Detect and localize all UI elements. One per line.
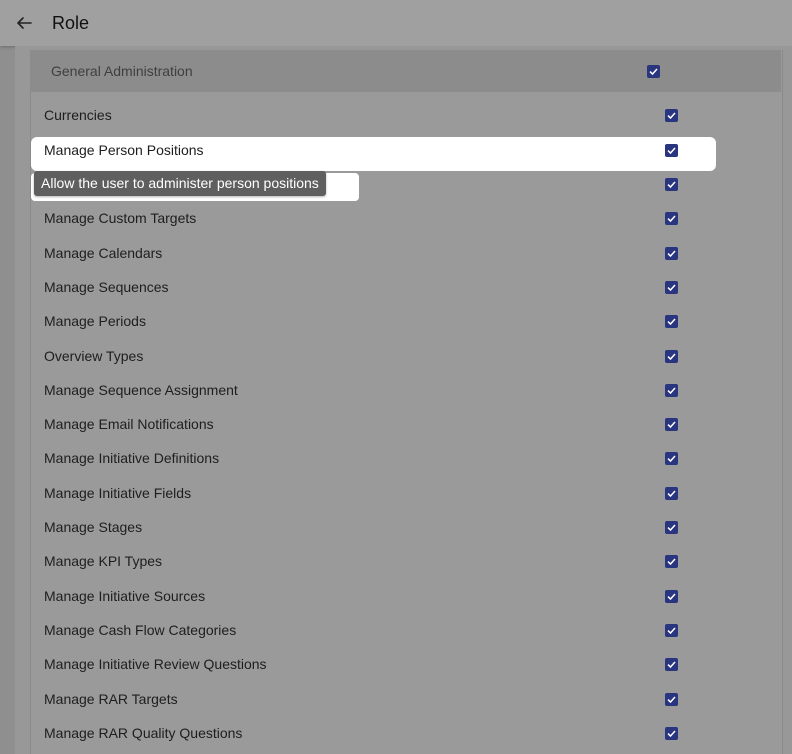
permission-checkbox[interactable] — [665, 727, 678, 740]
permission-checkbox[interactable] — [665, 693, 678, 706]
check-icon — [667, 318, 676, 326]
check-icon — [667, 215, 676, 223]
permission-checkbox[interactable] — [665, 384, 678, 397]
permission-row[interactable]: Currencies — [31, 98, 781, 132]
permission-row[interactable]: Manage Cash Flow Categories — [31, 613, 781, 647]
permission-row[interactable]: Manage RAR Targets — [31, 682, 781, 716]
permission-label: Manage RAR Quality Questions — [44, 725, 243, 741]
group-checkbox[interactable] — [647, 65, 660, 78]
permission-label: Manage RAR Targets — [44, 691, 178, 707]
permission-label: Manage KPI Types — [44, 553, 163, 569]
permission-label: Manage Periods — [44, 313, 146, 329]
permission-checkbox[interactable] — [665, 487, 678, 500]
permission-checkbox[interactable] — [665, 144, 678, 157]
check-icon — [667, 730, 676, 738]
permission-row[interactable]: Manage Email Notifications — [31, 407, 781, 441]
check-icon — [667, 524, 676, 532]
permission-row[interactable]: Manage Initiative Fields — [31, 476, 781, 510]
tooltip: Allow the user to administer person posi… — [34, 171, 326, 196]
check-icon — [667, 421, 676, 429]
permission-label: Manage Initiative Fields — [44, 485, 192, 501]
permission-checkbox[interactable] — [665, 590, 678, 603]
permission-label: Manage Cash Flow Categories — [44, 622, 237, 638]
check-icon — [667, 627, 676, 635]
permission-row[interactable]: Manage Periods — [31, 304, 781, 338]
check-icon — [667, 696, 676, 704]
permission-label: Manage Sequence Assignment — [44, 382, 238, 398]
check-icon — [667, 284, 676, 292]
permission-row[interactable]: Manage Calendars — [31, 236, 781, 270]
permission-row[interactable]: Manage Initiative Definitions — [31, 441, 781, 475]
permission-row[interactable]: Manage Initiative Review Questions — [31, 647, 781, 681]
permission-label: Manage Sequences — [44, 279, 169, 295]
permission-label: Currencies — [44, 107, 112, 123]
permission-checkbox[interactable] — [665, 281, 678, 294]
group-header: General Administration — [30, 50, 781, 92]
permission-row[interactable]: Manage Person Positions — [31, 137, 716, 171]
permission-label: Manage Person Positions — [44, 142, 204, 158]
check-icon — [667, 558, 676, 566]
check-icon — [667, 490, 676, 498]
permission-row[interactable]: Manage Custom Targets — [31, 201, 781, 235]
permission-row[interactable]: Manage Sequence Assignment — [31, 373, 781, 407]
permission-row[interactable]: Manage Stages — [31, 510, 781, 544]
permission-checkbox[interactable] — [665, 418, 678, 431]
permission-checkbox[interactable] — [665, 350, 678, 363]
group-label: General Administration — [51, 63, 193, 79]
check-icon — [667, 661, 676, 669]
check-icon — [667, 593, 676, 601]
permission-checkbox[interactable] — [665, 658, 678, 671]
permission-label: Overview Types — [44, 348, 144, 364]
permission-row[interactable]: Manage KPI Types — [31, 544, 781, 578]
check-icon — [667, 112, 676, 120]
permission-checkbox[interactable] — [665, 452, 678, 465]
check-icon — [667, 147, 676, 155]
permission-row[interactable]: Manage Initiative Sources — [31, 579, 781, 613]
permission-label: Manage Email Notifications — [44, 416, 214, 432]
permission-row[interactable]: Overview Types — [31, 339, 781, 373]
permission-checkbox[interactable] — [665, 315, 678, 328]
permission-label: Manage Stages — [44, 519, 143, 535]
permission-checkbox[interactable] — [665, 178, 678, 191]
permission-label: Manage Initiative Review Questions — [44, 656, 267, 672]
arrow-back-icon — [17, 17, 32, 29]
permission-checkbox[interactable] — [665, 555, 678, 568]
app-bar: Role — [0, 0, 792, 46]
permission-checkbox[interactable] — [665, 247, 678, 260]
permission-row[interactable]: Manage Sequences — [31, 270, 781, 304]
permission-checkbox[interactable] — [665, 624, 678, 637]
permission-label: Manage Custom Targets — [44, 210, 197, 226]
permission-checkbox[interactable] — [665, 521, 678, 534]
back-button[interactable] — [12, 11, 36, 35]
permission-label: Manage Initiative Sources — [44, 588, 206, 604]
check-icon — [667, 455, 676, 463]
check-icon — [667, 387, 676, 395]
check-icon — [667, 181, 676, 189]
permission-label: Manage Calendars — [44, 245, 163, 261]
page-title: Role — [52, 13, 90, 33]
check-icon — [667, 353, 676, 361]
permission-checkbox[interactable] — [665, 109, 678, 122]
permission-row[interactable]: Manage RAR Quality Questions — [31, 716, 781, 750]
check-icon — [649, 68, 658, 76]
permission-label: Manage Initiative Definitions — [44, 450, 220, 466]
permission-checkbox[interactable] — [665, 212, 678, 225]
check-icon — [667, 250, 676, 258]
